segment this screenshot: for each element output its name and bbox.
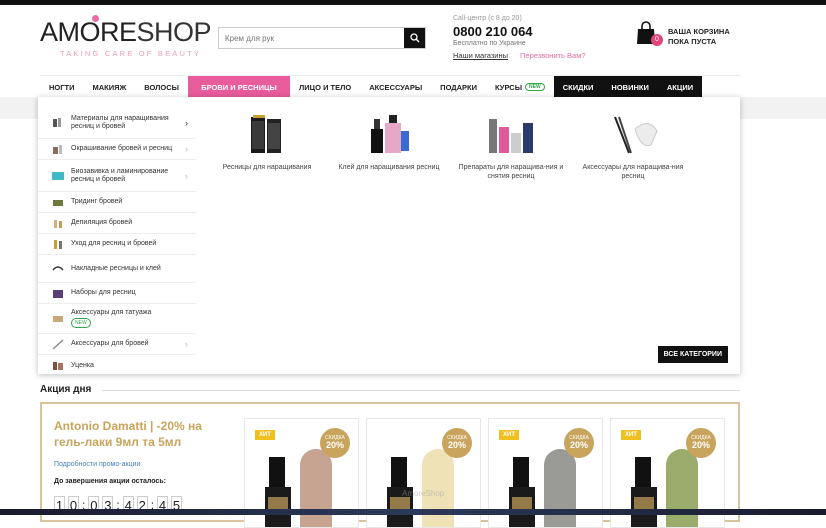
call-center-label: Call-центр (с 8 до 20) [453,15,522,22]
color-swatch [300,449,332,527]
menu-content: Ресницы для наращивания Клей для наращив… [196,97,740,374]
logo-wordmark: AMORESHOP [40,17,212,47]
hit-badge: ХИТ [621,430,641,440]
menu-sidebar: Материалы для наращивания ресниц и брове… [38,107,196,374]
cart-title: ВАША КОРЗИНА [668,27,730,36]
sidebar-item-care[interactable]: Уход для ресниц и бровей [38,234,196,255]
chevron-right-icon: › [185,339,188,349]
nav-item-face-body[interactable]: ЛИЦО И ТЕЛО [290,76,360,98]
hit-badge: ХИТ [499,430,519,440]
sidebar-item-markdown[interactable]: Уценка [38,355,196,376]
chevron-right-icon: › [185,144,188,154]
sidebar-item-depilation[interactable]: Депиляция бровей [38,213,196,234]
nav-item-hair[interactable]: ВОЛОСЫ [135,76,188,98]
sidebar-item-lash-sets[interactable]: Наборы для ресниц [38,283,196,304]
divider [102,390,740,391]
false-lashes-icon [52,266,64,271]
nav-item-brows-lashes[interactable]: БРОВИ И РЕСНИЦЫ [188,76,291,98]
sidebar-item-tattoo-accessories[interactable]: Аксессуары для татуажа NEW [38,304,196,334]
sidebar-item-extension-materials[interactable]: Материалы для наращивания ресниц и брове… [38,107,196,139]
category-label: Аксессуары для наращива-ния ресниц [582,164,684,180]
discount-badge: СКИДКА 20% [320,428,350,458]
sidebar-item-lamination[interactable]: Биозавивка и ламинирование ресниц и бров… [38,160,196,192]
search-button[interactable] [404,28,425,48]
cart[interactable]: 0 ВАША КОРЗИНА ПОКА ПУСТА [636,21,730,47]
category-extension-accessories[interactable]: Аксессуары для наращива-ния ресниц [572,109,694,181]
hit-badge: ХИТ [255,430,275,440]
search-icon [409,33,419,43]
lamination-kit-icon [52,172,64,180]
cart-bag-icon: 0 [636,21,663,46]
tweezers-accessories-image [614,116,658,154]
deal-of-day-panel: Antonio Damatti | -20% на гель-лаки 9мл … [40,402,740,528]
preparation-bottles-image [489,119,533,153]
phone-number[interactable]: 0800 210 064 [453,24,586,39]
color-swatch [666,449,698,527]
markdown-icon [53,362,63,370]
cart-status: ПОКА ПУСТА [668,37,717,46]
search-box [218,27,426,49]
threading-icon [53,199,63,206]
category-lash-glue[interactable]: Клей для наращивания ресниц [328,109,450,181]
stores-link[interactable]: Наши магазины [453,51,508,60]
callback-link[interactable]: Перезвонить Вам? [520,51,586,60]
sidebar-item-threading[interactable]: Тридинг бровей [38,192,196,213]
nav-item-makeup[interactable]: МАКИЯЖ [83,76,135,98]
lash-tools-icon [53,118,61,127]
nav-item-nails[interactable]: НОГТИ [40,76,83,98]
care-bottle-icon [54,239,62,249]
nav-item-accessories[interactable]: АКСЕССУАРЫ [360,76,431,98]
category-lash-extensions[interactable]: Ресницы для наращивания [206,109,328,181]
glue-bottles-image [371,115,409,153]
all-categories-button[interactable]: ВСЕ КАТЕГОРИИ [657,346,728,363]
gel-polish-bottle-image [631,457,657,527]
sidebar-item-tinting[interactable]: Окрашивание бровей и ресниц › [38,139,196,160]
nav-item-new[interactable]: НОВИНКИ [602,76,658,98]
promo-countdown-label: До завершения акции осталось: [54,478,166,485]
chevron-right-icon: › [185,117,188,128]
top-strip [0,0,826,5]
chevron-right-icon: › [185,170,188,181]
new-badge: NEW [525,83,545,91]
new-badge: NEW [71,318,91,328]
discount-badge: СКИДКА 20% [442,428,472,458]
search-input[interactable] [219,28,404,48]
main-nav: НОГТИ МАКИЯЖ ВОЛОСЫ БРОВИ И РЕСНИЦЫ ЛИЦО… [40,75,740,98]
discount-badge: СКИДКА 20% [564,428,594,458]
gel-polish-bottle-image [265,457,291,527]
cart-count-badge: 0 [651,34,663,46]
sidebar-item-brow-accessories[interactable]: Аксессуары для бровей › [38,334,196,355]
deal-of-day-title: Акция дня [40,384,92,395]
category-label: Клей для наращивания ресниц [338,164,440,171]
promo-details-link[interactable]: Подробности промо-акции [54,461,140,468]
taskbar-strip [0,509,826,515]
sidebar-item-false-lashes[interactable]: Накладные ресницы и клей [38,255,196,283]
kit-box-icon [53,289,63,298]
watermark: AmoreShop [402,489,445,498]
tattoo-tools-icon [53,316,63,322]
color-swatch [544,449,576,527]
nav-item-gifts[interactable]: ПОДАРКИ [431,76,486,98]
category-extension-preparations[interactable]: Препараты для наращива-ния и снятия ресн… [450,109,572,181]
discount-badge: СКИДКА 20% [686,428,716,458]
tint-icon [53,144,62,154]
nav-item-discounts[interactable]: СКИДКИ [553,76,603,98]
mega-menu: Материалы для наращивания ресниц и брове… [38,97,740,374]
logo-tagline: TAKING CARE OF BEAUTY [60,49,202,58]
promo-title: Antonio Damatti | -20% на гель-лаки 9мл … [54,419,202,449]
category-label: Препараты для наращива-ния и снятия ресн… [458,164,564,180]
gel-polish-bottle-image [509,457,535,527]
lash-trays-image [251,115,281,153]
nav-item-promotions[interactable]: АКЦИИ [657,76,703,98]
call-center: Call-центр (с 8 до 20) 0800 210 064 Бесп… [453,15,586,60]
logo[interactable]: AMORESHOP TAKING CARE OF BEAUTY [40,15,212,58]
tweezers-icon [52,338,64,350]
wax-icon [54,219,62,228]
nav-item-courses[interactable]: КУРСЫ NEW [486,76,554,98]
logo-dot [92,15,99,22]
free-call-note: Бесплатно по Украине [453,40,526,47]
category-label: Ресницы для наращивания [222,164,312,171]
